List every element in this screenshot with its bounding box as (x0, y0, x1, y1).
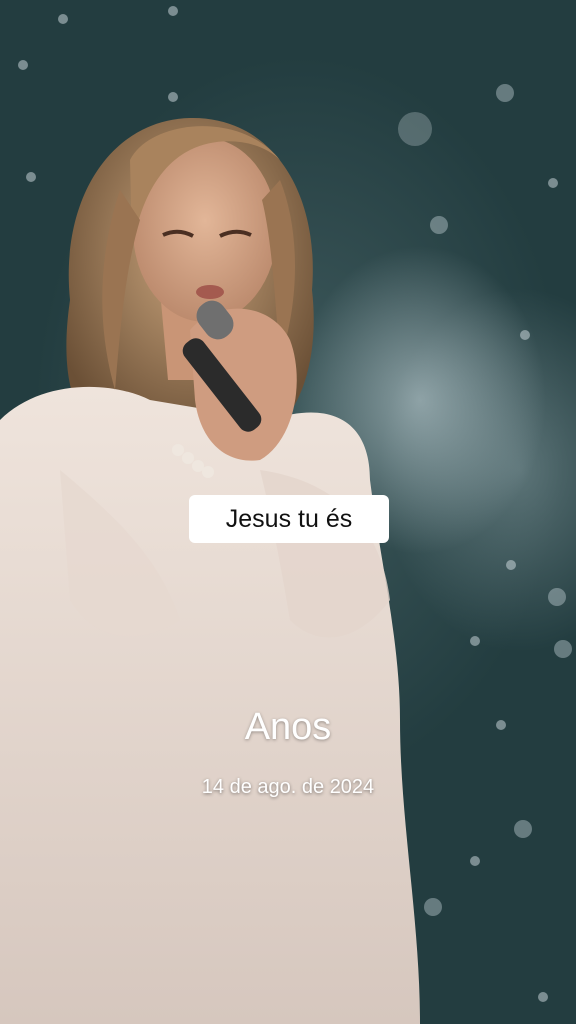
video-date: 14 de ago. de 2024 (201, 776, 375, 798)
video-title: Anos (244, 706, 332, 748)
video-frame[interactable]: Jesus tu és Anos 14 de ago. de 2024 (0, 0, 576, 1024)
lyric-caption: Jesus tu és (189, 495, 389, 543)
lyric-caption-text: Jesus tu és (225, 504, 353, 533)
